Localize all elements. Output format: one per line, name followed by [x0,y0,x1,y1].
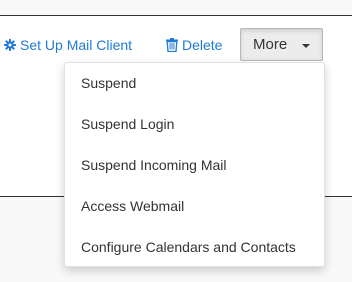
menu-item-access-webmail[interactable]: Access Webmail [65,186,324,227]
delete-link[interactable]: Delete [166,34,222,56]
menu-item-suspend[interactable]: Suspend [65,63,324,104]
caret-down-icon [302,44,310,48]
more-dropdown-button[interactable]: More [240,28,323,61]
delete-label: Delete [182,37,223,53]
set-up-mail-client-link[interactable]: Set Up Mail Client [4,34,132,56]
menu-item-suspend-login[interactable]: Suspend Login [65,104,324,145]
more-dropdown-menu: Suspend Suspend Login Suspend Incoming M… [64,62,325,267]
menu-item-suspend-incoming-mail[interactable]: Suspend Incoming Mail [65,145,324,186]
gear-icon [4,39,16,51]
set-up-mail-client-label: Set Up Mail Client [20,37,133,53]
menu-item-configure-calendars-and-contacts[interactable]: Configure Calendars and Contacts [65,227,324,268]
trash-icon [166,38,178,52]
more-button-label: More [253,36,288,53]
